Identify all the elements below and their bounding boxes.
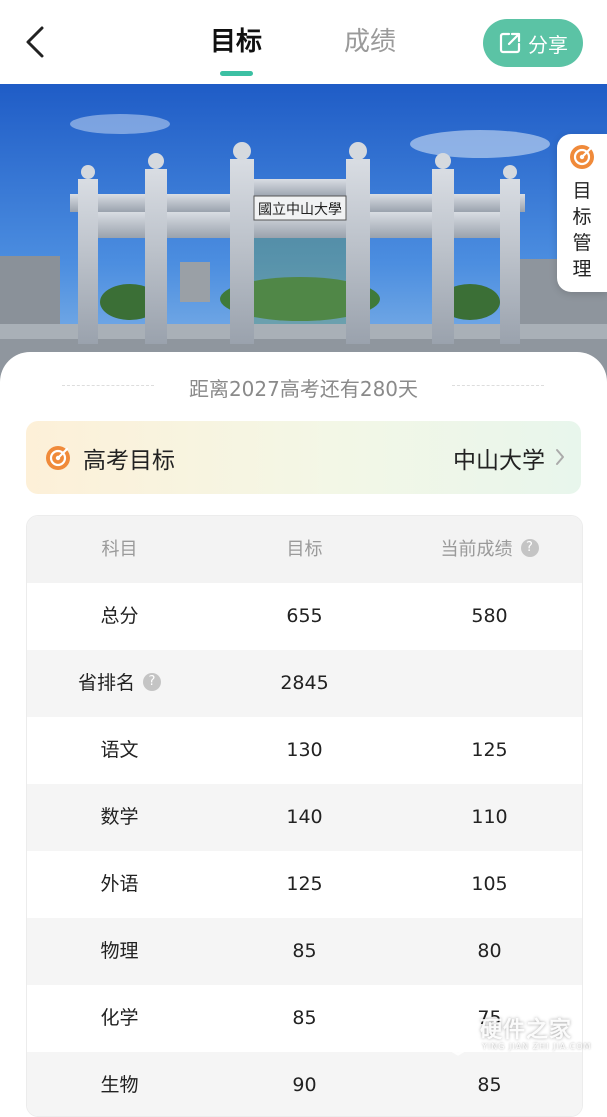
- share-button[interactable]: 分享: [483, 19, 583, 67]
- help-icon[interactable]: ?: [520, 539, 539, 557]
- header-current-label: 当前成绩: [440, 539, 513, 560]
- target-icon: [46, 446, 70, 470]
- target-icon: [570, 145, 594, 169]
- header-target: 目标: [286, 539, 323, 560]
- goal-management-label: 目标管理: [572, 180, 592, 280]
- current-cell: 110: [471, 806, 508, 828]
- subject-cell: 生物: [100, 1074, 139, 1096]
- current-cell: 85: [477, 1074, 502, 1096]
- table-row: 外语 125 105: [27, 851, 582, 918]
- table-row: 数学 140 110: [27, 784, 582, 851]
- table-row: 语文 130 125: [27, 717, 582, 784]
- gate-inscription: 國立中山大學: [258, 202, 342, 218]
- table-row: 总分 655 580: [27, 583, 582, 650]
- target-cell: 655: [286, 605, 323, 627]
- top-bar: 目标 成绩 分享: [0, 0, 607, 84]
- target-cell: 85: [292, 1007, 317, 1029]
- university-banner-image: 國立中山大學: [0, 84, 607, 384]
- subject-cell: 省排名?: [27, 650, 212, 717]
- target-cell: 140: [286, 806, 323, 828]
- current-cell: 80: [477, 940, 502, 962]
- share-icon: [499, 32, 521, 54]
- subject-label: 省排名: [77, 672, 135, 694]
- subject-cell: 总分: [100, 605, 139, 627]
- chevron-right-icon: [556, 449, 564, 465]
- target-cell: 90: [292, 1074, 317, 1096]
- target-cell: 85: [292, 940, 317, 962]
- divider-right: [452, 385, 544, 387]
- target-cell: 2845: [280, 672, 329, 694]
- site-watermark: 硬件之家 YING JIAN ZHI JIA.COM: [436, 1008, 606, 1060]
- tab-active-indicator: [220, 71, 253, 76]
- countdown-text: 距离2027高考还有280天: [188, 377, 419, 401]
- target-cell: 130: [286, 739, 323, 761]
- back-button[interactable]: [20, 24, 52, 60]
- watermark-text: 硬件之家: [480, 1018, 573, 1043]
- subject-cell: 外语: [100, 873, 139, 895]
- subject-cell: 数学: [100, 806, 139, 828]
- watermark-subtext: YING JIAN ZHI JIA.COM: [482, 1042, 592, 1051]
- goal-university: 中山大学: [453, 448, 545, 474]
- table-row: 物理 85 80: [27, 918, 582, 985]
- target-cell: 125: [286, 873, 323, 895]
- header-current: 当前成绩?: [397, 516, 582, 583]
- help-icon[interactable]: ?: [143, 672, 161, 691]
- hexagon-logo-icon: [439, 1012, 477, 1056]
- table-header: 科目 目标 当前成绩?: [27, 516, 582, 583]
- current-cell: [397, 650, 582, 717]
- subject-cell: 语文: [100, 739, 139, 761]
- table-row: 生物 90 85: [27, 1052, 582, 1116]
- header-subject: 科目: [101, 539, 138, 560]
- subject-cell: 物理: [100, 940, 139, 962]
- exam-goal-row[interactable]: 高考目标 中山大学: [26, 421, 581, 494]
- goal-management-tab[interactable]: 目标管理: [557, 134, 607, 292]
- current-cell: 125: [471, 739, 508, 761]
- subject-cell: 化学: [100, 1007, 139, 1029]
- current-cell: 105: [471, 873, 508, 895]
- table-row: 省排名? 2845: [27, 650, 582, 717]
- tab-target[interactable]: 目标: [210, 24, 262, 60]
- share-label: 分享: [528, 32, 568, 57]
- current-cell: 580: [471, 605, 508, 627]
- chevron-left-icon: [26, 26, 44, 58]
- tab-scores[interactable]: 成绩: [344, 24, 396, 60]
- goal-label: 高考目标: [83, 448, 175, 474]
